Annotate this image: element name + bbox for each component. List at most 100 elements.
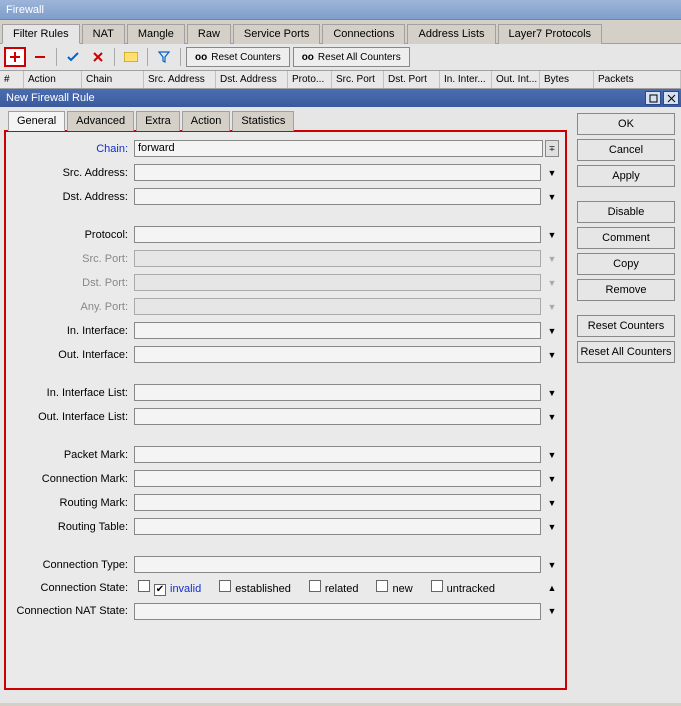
cs-invalid[interactable]: ✔invalid [138,580,201,596]
expand-icon[interactable]: ▼ [545,388,559,398]
tab-connections[interactable]: Connections [322,24,405,44]
oo-icon: oo [195,52,207,63]
expand-icon[interactable]: ▼ [545,606,559,616]
tab-extra[interactable]: Extra [136,111,180,131]
expand-icon[interactable]: ▼ [545,230,559,240]
packet-mark-input[interactable] [134,446,541,463]
protocol-input[interactable] [134,226,541,243]
col-src[interactable]: Src. Address [144,71,216,88]
tab-action[interactable]: Action [182,111,231,131]
expand-icon[interactable]: ▼ [545,498,559,508]
disable-button[interactable] [87,47,109,67]
dst-address-input[interactable] [134,188,541,205]
expand-icon[interactable]: ▼ [545,560,559,570]
copy-button[interactable]: Copy [577,253,675,275]
connection-type-input[interactable] [134,556,541,573]
reset-counters-label: Reset Counters [211,52,280,63]
in-interface-list-input[interactable] [134,384,541,401]
apply-button[interactable]: Apply [577,165,675,187]
tab-nat[interactable]: NAT [82,24,125,44]
ok-button[interactable]: OK [577,113,675,135]
comment-button[interactable]: Comment [577,227,675,249]
routing-mark-input[interactable] [134,494,541,511]
expand-icon[interactable]: ▼ [545,412,559,422]
connection-state-options: ✔invalid established related new untrack… [134,580,541,596]
window-title: Firewall [6,4,44,16]
checkbox-icon[interactable] [138,580,150,592]
disable-button[interactable]: Disable [577,201,675,223]
cancel-button[interactable]: Cancel [577,139,675,161]
col-inif[interactable]: In. Inter... [440,71,492,88]
checkbox-icon[interactable] [309,580,321,592]
tab-address-lists[interactable]: Address Lists [407,24,495,44]
separator [180,48,181,66]
chain-dropdown[interactable]: ∓ [545,140,559,157]
tab-raw[interactable]: Raw [187,24,231,44]
separator [114,48,115,66]
check-icon [67,51,79,63]
col-dst[interactable]: Dst. Address [216,71,288,88]
col-chain[interactable]: Chain [82,71,144,88]
reset-all-counters-button[interactable]: Reset All Counters [577,341,675,363]
reset-all-counters-button[interactable]: oo Reset All Counters [293,47,410,67]
cs-new[interactable]: new [376,580,412,595]
expand-icon[interactable]: ▼ [545,350,559,360]
expand-icon[interactable]: ▼ [545,522,559,532]
filter-button[interactable] [153,47,175,67]
connection-mark-input[interactable] [134,470,541,487]
dst-address-label: Dst. Address: [12,191,134,203]
src-address-input[interactable] [134,164,541,181]
col-action[interactable]: Action [24,71,82,88]
col-sport[interactable]: Src. Port [332,71,384,88]
expand-icon[interactable]: ▼ [545,192,559,202]
col-dport[interactable]: Dst. Port [384,71,440,88]
tab-layer7[interactable]: Layer7 Protocols [498,24,603,44]
out-interface-input[interactable] [134,346,541,363]
reset-counters-button[interactable]: oo Reset Counters [186,47,290,67]
expand-icon[interactable]: ▼ [545,168,559,178]
tab-filter-rules[interactable]: Filter Rules [2,24,80,44]
column-headers: # Action Chain Src. Address Dst. Address… [0,71,681,89]
checkbox-checked-icon[interactable]: ✔ [154,584,166,596]
tab-statistics[interactable]: Statistics [232,111,294,131]
col-packets[interactable]: Packets [594,71,681,88]
add-button[interactable] [4,47,26,67]
remove-button[interactable] [29,47,51,67]
cs-related[interactable]: related [309,580,359,595]
col-outif[interactable]: Out. Int... [492,71,540,88]
chain-input[interactable]: forward [134,140,543,157]
connection-type-label: Connection Type: [12,559,134,571]
protocol-label: Protocol: [12,229,134,241]
checkbox-icon[interactable] [431,580,443,592]
tab-mangle[interactable]: Mangle [127,24,185,44]
close-button[interactable] [663,91,679,105]
checkbox-icon[interactable] [376,580,388,592]
col-num[interactable]: # [0,71,24,88]
dst-port-input [134,274,541,291]
cs-untracked[interactable]: untracked [431,580,495,595]
tab-advanced[interactable]: Advanced [67,111,134,131]
expand-icon[interactable]: ▼ [545,326,559,336]
out-interface-list-label: Out. Interface List: [12,411,134,423]
col-proto[interactable]: Proto... [288,71,332,88]
connection-nat-state-input[interactable] [134,603,541,620]
tab-general[interactable]: General [8,111,65,131]
separator [56,48,57,66]
checkbox-icon[interactable] [219,580,231,592]
reset-counters-button[interactable]: Reset Counters [577,315,675,337]
restore-button[interactable] [645,91,661,105]
col-bytes[interactable]: Bytes [540,71,594,88]
out-interface-list-input[interactable] [134,408,541,425]
expand-icon[interactable]: ▼ [545,474,559,484]
enable-button[interactable] [62,47,84,67]
routing-table-input[interactable] [134,518,541,535]
collapse-icon[interactable]: ▲ [545,583,559,593]
remove-button[interactable]: Remove [577,279,675,301]
cs-established[interactable]: established [219,580,291,595]
routing-table-label: Routing Table: [12,521,134,533]
expand-icon[interactable]: ▼ [545,450,559,460]
comment-button[interactable] [120,47,142,67]
tab-service-ports[interactable]: Service Ports [233,24,320,44]
in-interface-input[interactable] [134,322,541,339]
connection-nat-state-label: Connection NAT State: [12,605,134,617]
